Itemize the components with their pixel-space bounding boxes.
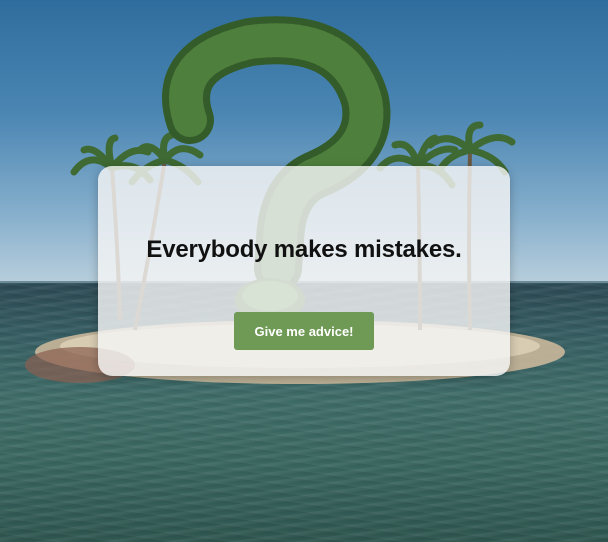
- card-title: Everybody makes mistakes.: [146, 236, 462, 263]
- give-advice-button[interactable]: Give me advice!: [234, 312, 374, 350]
- advice-card: Everybody makes mistakes. Give me advice…: [98, 166, 510, 376]
